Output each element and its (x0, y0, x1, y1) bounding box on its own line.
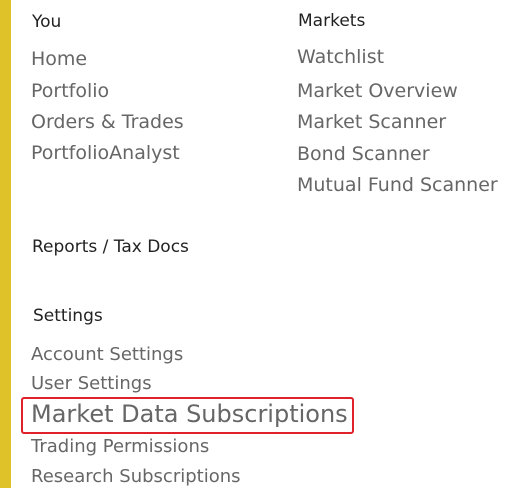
menu-item-watchlist[interactable]: Watchlist (297, 46, 384, 68)
menu-item-home[interactable]: Home (31, 48, 87, 70)
menu-item-market-scanner[interactable]: Market Scanner (297, 111, 446, 133)
menu-item-market-overview[interactable]: Market Overview (297, 80, 458, 102)
menu-item-account-settings[interactable]: Account Settings (31, 344, 183, 365)
menu-item-trading-permissions[interactable]: Trading Permissions (31, 436, 209, 457)
settings-heading: Settings (33, 306, 103, 326)
you-heading: You (32, 12, 62, 32)
accent-bar (0, 0, 11, 488)
menu-item-research-subscriptions[interactable]: Research Subscriptions (31, 466, 241, 487)
menu-item-user-settings[interactable]: User Settings (31, 373, 152, 394)
menu-item-mutual-fund-scanner[interactable]: Mutual Fund Scanner (297, 174, 498, 196)
menu-item-bond-scanner[interactable]: Bond Scanner (297, 143, 430, 165)
markets-heading: Markets (298, 11, 366, 31)
menu-item-market-data-subscriptions[interactable]: Market Data Subscriptions (31, 400, 348, 428)
menu-item-portfolioanalyst[interactable]: PortfolioAnalyst (31, 142, 180, 164)
reports-tax-docs-heading[interactable]: Reports / Tax Docs (32, 237, 189, 257)
menu-item-portfolio[interactable]: Portfolio (31, 80, 109, 102)
menu-item-orders-trades[interactable]: Orders & Trades (31, 111, 184, 133)
